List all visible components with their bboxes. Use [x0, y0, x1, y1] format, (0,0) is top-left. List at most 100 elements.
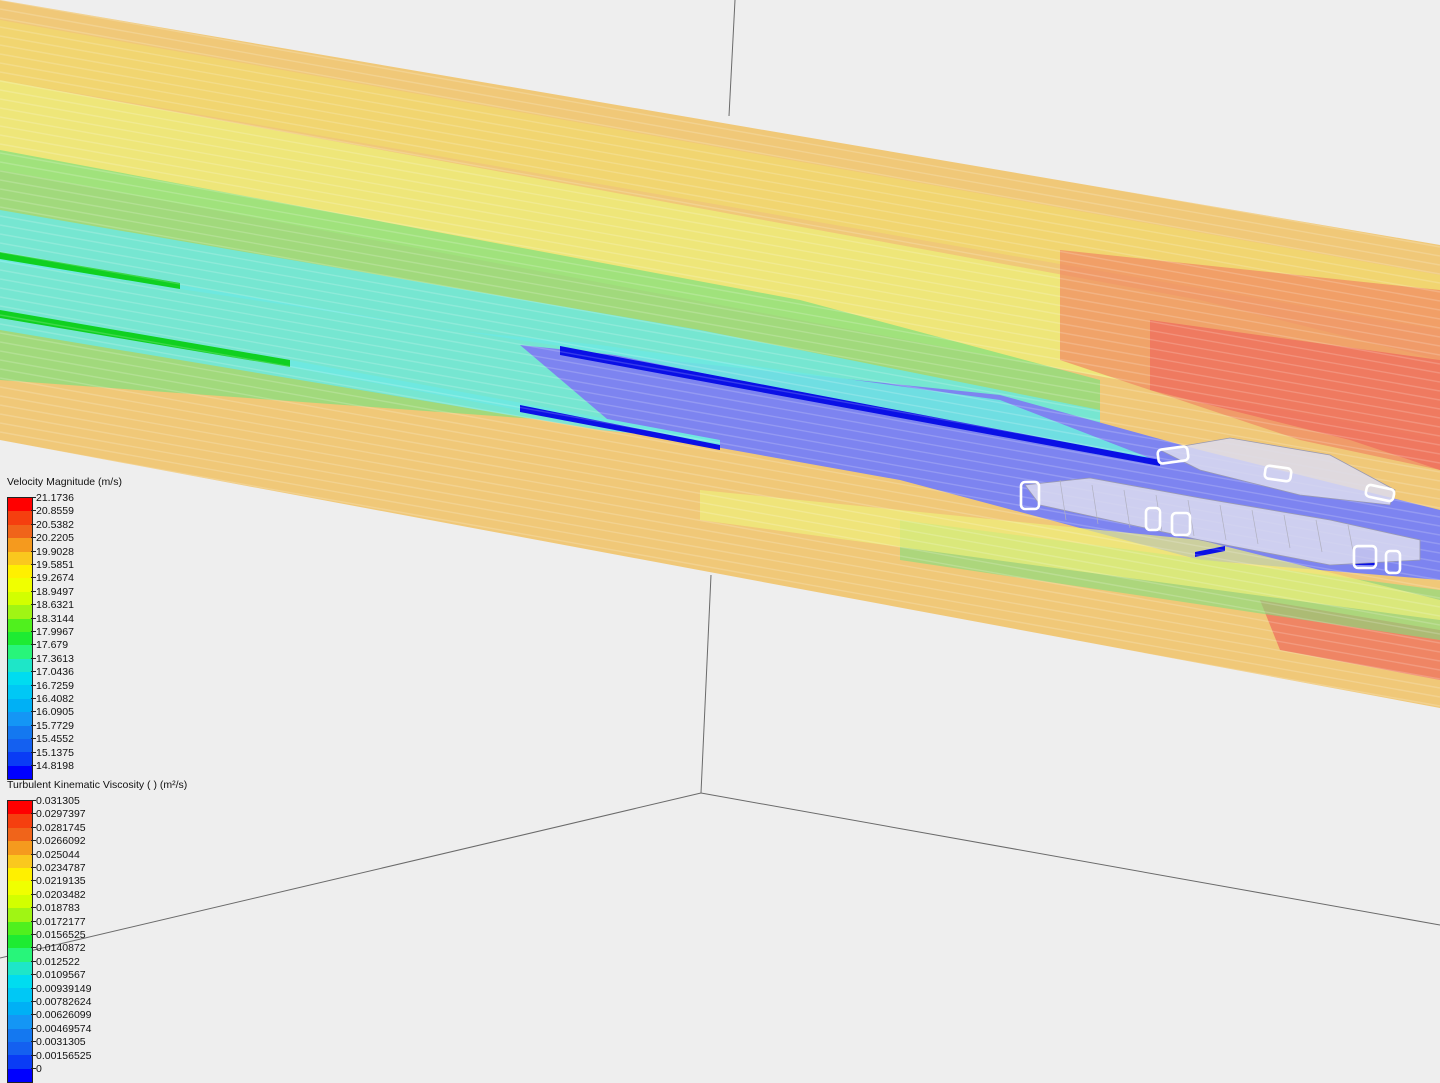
legend-tick [31, 671, 36, 673]
legend-tick [31, 738, 36, 740]
legend-tick [31, 800, 36, 801]
legend-swatch [8, 1068, 32, 1083]
legend-value-label: 21.1736 [36, 492, 74, 504]
legend-value-label: 0.0203482 [36, 888, 86, 901]
legend-value-label: 15.1375 [36, 746, 74, 759]
legend-value-label: 0.018783 [36, 902, 80, 915]
legend-value-label: 16.0905 [36, 706, 74, 719]
legend-value-label: 0.00626099 [36, 1009, 92, 1022]
legend-tick [31, 947, 36, 949]
turbulent-legend-title: Turbulent Kinematic Viscosity ( ) (m²/s) [7, 779, 188, 791]
legend-value-label: 0.0266092 [36, 835, 86, 848]
legend-swatch [8, 975, 32, 989]
legend-swatch [8, 725, 32, 740]
legend-value-label: 0.0297397 [36, 808, 86, 821]
legend-tick [31, 974, 36, 976]
legend-tick [31, 617, 36, 619]
legend-swatch [8, 948, 32, 962]
legend-value-label: 20.2205 [36, 532, 74, 545]
legend-value-label: 17.679 [36, 639, 69, 652]
legend-swatch [8, 908, 32, 922]
legend-value-label: 0.0140872 [36, 942, 86, 955]
legend-swatch [8, 921, 32, 935]
legend-tick [31, 960, 36, 962]
legend-swatch [8, 765, 32, 780]
turbulent-color-bar [7, 800, 33, 1083]
legend-swatch [8, 712, 32, 726]
legend-tick [31, 840, 36, 842]
legend-swatch [8, 685, 32, 699]
legend-tick [31, 893, 36, 895]
legend-swatch [8, 524, 32, 539]
legend-value-label: 0.012522 [36, 955, 80, 968]
legend-swatch [8, 1001, 32, 1016]
legend-swatch [8, 1055, 32, 1069]
legend-swatch [8, 988, 32, 1002]
legend-tick [31, 853, 36, 855]
legend-swatch [8, 961, 32, 976]
legend-tick [31, 711, 36, 713]
legend-tick [31, 510, 36, 512]
legend-swatch [8, 591, 32, 606]
legend-tick [31, 987, 36, 989]
legend-value-label: 0.0219135 [36, 875, 86, 888]
legend-value-label: 0.031305 [36, 795, 80, 807]
legend-tick [31, 724, 36, 726]
legend-swatch [8, 658, 32, 673]
legend-tick [31, 550, 36, 552]
legend-tick [31, 698, 36, 699]
legend-swatch [8, 578, 32, 592]
legend-value-label: 0.0281745 [36, 821, 86, 834]
legend-value-label: 0.0156525 [36, 929, 86, 941]
legend-value-label: 0.00782624 [36, 996, 92, 1008]
legend-value-label: 0 [36, 1063, 42, 1075]
legend-tick [31, 523, 36, 525]
legend-tick [31, 1014, 36, 1016]
legend-tick [31, 497, 36, 498]
legend-swatch [8, 564, 32, 579]
3d-viewport[interactable] [0, 0, 1440, 1080]
legend-swatch [8, 841, 32, 855]
legend-tick [31, 1041, 36, 1043]
legend-value-label: 0.0109567 [36, 969, 86, 982]
legend-swatch [8, 827, 32, 842]
legend-value-label: 15.7729 [36, 719, 74, 732]
legend-value-label: 0.00469574 [36, 1022, 92, 1035]
legend-tick [31, 657, 36, 659]
legend-value-label: 0.0031305 [36, 1036, 86, 1049]
legend-tick [31, 765, 36, 766]
legend-tick [31, 907, 36, 909]
legend-value-label: 15.4552 [36, 733, 74, 746]
legend-swatch [8, 854, 32, 868]
legend-value-label: 18.6321 [36, 599, 74, 612]
legend-value-label: 19.9028 [36, 545, 74, 558]
legend-swatch [8, 551, 32, 565]
legend-tick [31, 537, 36, 539]
legend-value-label: 18.3144 [36, 612, 74, 625]
legend-tick [31, 577, 36, 579]
legend-tick [31, 880, 36, 882]
legend-swatch [8, 739, 32, 753]
box-edge-vertical-back [728, 0, 736, 117]
legend-swatch [8, 934, 32, 949]
velocity-legend-title: Velocity Magnitude (m/s) [7, 476, 122, 488]
legend-swatch [8, 498, 32, 512]
legend-swatch [8, 698, 32, 713]
legend-tick [31, 631, 36, 632]
legend-swatch [8, 1042, 32, 1056]
legend-swatch [8, 1015, 32, 1029]
legend-value-label: 0.025044 [36, 848, 80, 861]
legend-tick [31, 751, 36, 753]
legend-swatch [8, 881, 32, 895]
legend-tick [31, 590, 36, 592]
legend-tick [31, 934, 36, 935]
legend-tick [31, 684, 36, 686]
legend-tick [31, 644, 36, 646]
legend-swatch [8, 631, 32, 646]
legend-swatch [8, 801, 32, 815]
legend-value-label: 14.8198 [36, 760, 74, 772]
legend-tick [31, 1027, 36, 1029]
legend-tick [31, 604, 36, 606]
legend-value-label: 19.5851 [36, 559, 74, 571]
legend-value-label: 0.0172177 [36, 915, 86, 928]
